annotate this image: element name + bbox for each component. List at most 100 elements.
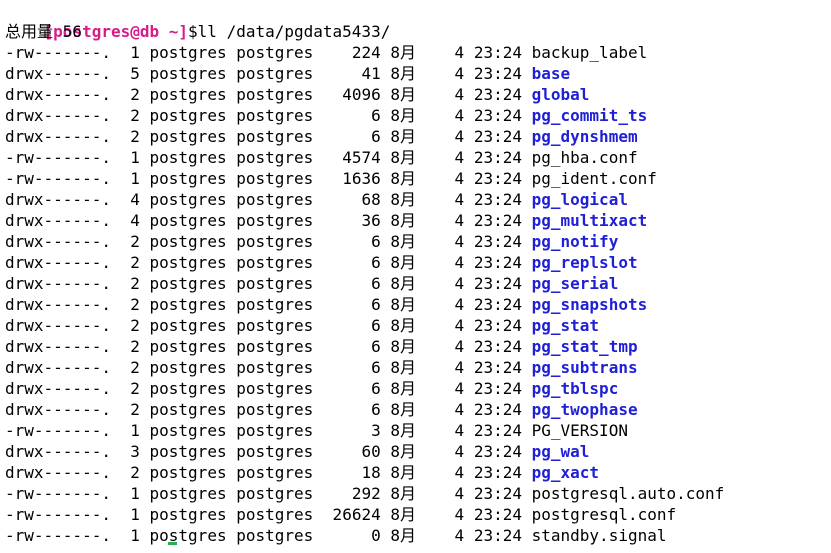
month-field: 8月 bbox=[390, 169, 416, 188]
group-field: postgres bbox=[236, 64, 314, 83]
month-field: 8月 bbox=[390, 484, 416, 503]
group-field: postgres bbox=[236, 253, 314, 272]
listing-row: drwx------. 2 postgres postgres 6 8月 4 2… bbox=[5, 399, 638, 420]
listing-row: -rw-------. 1 postgres postgres 0 8月 4 2… bbox=[5, 525, 666, 546]
size-field: 6 bbox=[322, 400, 381, 419]
prompt-symbol: $ bbox=[188, 22, 198, 41]
month-field: 8月 bbox=[390, 295, 416, 314]
link-count-field: 4 bbox=[120, 190, 140, 209]
group-field: postgres bbox=[236, 358, 314, 377]
day-field: 4 bbox=[425, 463, 465, 482]
file-name: pg_hba.conf bbox=[531, 148, 638, 167]
owner-field: postgres bbox=[149, 337, 227, 356]
size-field: 1636 bbox=[322, 169, 381, 188]
permissions-field: drwx------. bbox=[5, 295, 111, 314]
time-field: 23:24 bbox=[473, 64, 522, 83]
time-field: 23:24 bbox=[473, 484, 522, 503]
directory-name: global bbox=[531, 85, 590, 104]
owner-field: postgres bbox=[149, 190, 227, 209]
month-field: 8月 bbox=[390, 316, 416, 335]
directory-name: pg_replslot bbox=[531, 253, 638, 272]
time-field: 23:24 bbox=[473, 400, 522, 419]
listing-row: -rw-------. 1 postgres postgres 224 8月 4… bbox=[5, 42, 647, 63]
owner-field: postgres bbox=[149, 526, 227, 545]
permissions-field: -rw-------. bbox=[5, 43, 111, 62]
link-count-field: 2 bbox=[120, 316, 140, 335]
link-count-field: 2 bbox=[120, 337, 140, 356]
link-count-field: 1 bbox=[120, 43, 140, 62]
time-field: 23:24 bbox=[473, 85, 522, 104]
owner-field: postgres bbox=[149, 421, 227, 440]
terminal-output[interactable]: [postgres@db ~]$ll /data/pgdata5433/ 总用量… bbox=[5, 0, 831, 553]
link-count-field: 2 bbox=[120, 379, 140, 398]
listing-row: drwx------. 2 postgres postgres 6 8月 4 2… bbox=[5, 294, 647, 315]
file-name: postgresql.conf bbox=[531, 505, 677, 524]
listing-row: drwx------. 2 postgres postgres 6 8月 4 2… bbox=[5, 357, 638, 378]
group-field: postgres bbox=[236, 379, 314, 398]
time-field: 23:24 bbox=[473, 43, 522, 62]
month-field: 8月 bbox=[390, 253, 416, 272]
owner-field: postgres bbox=[149, 127, 227, 146]
day-field: 4 bbox=[425, 43, 465, 62]
permissions-field: drwx------. bbox=[5, 253, 111, 272]
link-count-field: 3 bbox=[120, 442, 140, 461]
group-field: postgres bbox=[236, 232, 314, 251]
link-count-field: 2 bbox=[120, 253, 140, 272]
group-field: postgres bbox=[236, 106, 314, 125]
link-count-field: 1 bbox=[120, 169, 140, 188]
owner-field: postgres bbox=[149, 274, 227, 293]
time-field: 23:24 bbox=[473, 190, 522, 209]
permissions-field: drwx------. bbox=[5, 106, 111, 125]
month-field: 8月 bbox=[390, 421, 416, 440]
listing-row: drwx------. 2 postgres postgres 6 8月 4 2… bbox=[5, 105, 647, 126]
listing-row: drwx------. 2 postgres postgres 6 8月 4 2… bbox=[5, 231, 618, 252]
listing-row: -rw-------. 1 postgres postgres 3 8月 4 2… bbox=[5, 420, 628, 441]
directory-name: pg_stat bbox=[531, 316, 600, 335]
month-field: 8月 bbox=[390, 85, 416, 104]
day-field: 4 bbox=[425, 421, 465, 440]
time-field: 23:24 bbox=[473, 442, 522, 461]
day-field: 4 bbox=[425, 190, 465, 209]
time-field: 23:24 bbox=[473, 505, 522, 524]
month-field: 8月 bbox=[390, 127, 416, 146]
permissions-field: -rw-------. bbox=[5, 421, 111, 440]
link-count-field: 2 bbox=[120, 85, 140, 104]
owner-field: postgres bbox=[149, 463, 227, 482]
month-field: 8月 bbox=[390, 64, 416, 83]
permissions-field: drwx------. bbox=[5, 85, 111, 104]
day-field: 4 bbox=[425, 274, 465, 293]
file-name: backup_label bbox=[531, 43, 648, 62]
day-field: 4 bbox=[425, 484, 465, 503]
directory-name: pg_tblspc bbox=[531, 379, 619, 398]
directory-name: pg_stat_tmp bbox=[531, 337, 638, 356]
group-field: postgres bbox=[236, 190, 314, 209]
group-field: postgres bbox=[236, 85, 314, 104]
size-field: 6 bbox=[322, 106, 381, 125]
time-field: 23:24 bbox=[473, 253, 522, 272]
size-field: 4096 bbox=[322, 85, 381, 104]
directory-name: pg_twophase bbox=[531, 400, 638, 419]
group-field: postgres bbox=[236, 484, 314, 503]
permissions-field: drwx------. bbox=[5, 337, 111, 356]
permissions-field: -rw-------. bbox=[5, 505, 111, 524]
month-field: 8月 bbox=[390, 337, 416, 356]
listing-row: -rw-------. 1 postgres postgres 26624 8月… bbox=[5, 504, 676, 525]
file-name: postgresql.auto.conf bbox=[531, 484, 725, 503]
directory-name: pg_logical bbox=[531, 190, 628, 209]
file-name: pg_ident.conf bbox=[531, 169, 657, 188]
link-count-field: 4 bbox=[120, 211, 140, 230]
group-field: postgres bbox=[236, 127, 314, 146]
time-field: 23:24 bbox=[473, 358, 522, 377]
time-field: 23:24 bbox=[473, 421, 522, 440]
directory-name: pg_snapshots bbox=[531, 295, 648, 314]
group-field: postgres bbox=[236, 400, 314, 419]
link-count-field: 2 bbox=[120, 232, 140, 251]
month-field: 8月 bbox=[390, 274, 416, 293]
directory-name: pg_commit_ts bbox=[531, 106, 648, 125]
time-field: 23:24 bbox=[473, 106, 522, 125]
link-count-field: 2 bbox=[120, 295, 140, 314]
directory-name: base bbox=[531, 64, 571, 83]
permissions-field: -rw-------. bbox=[5, 526, 111, 545]
group-field: postgres bbox=[236, 295, 314, 314]
owner-field: postgres bbox=[149, 379, 227, 398]
